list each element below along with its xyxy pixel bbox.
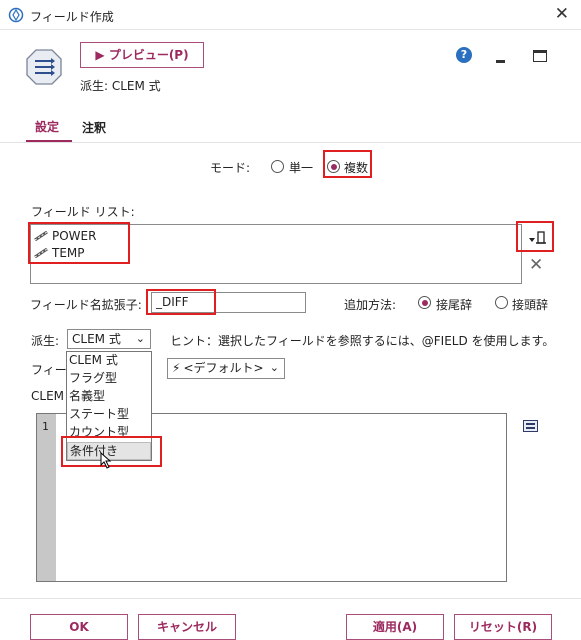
lightning-icon: ⚡ [172, 361, 181, 375]
derive-selected-value: CLEM 式 [72, 332, 121, 346]
derive-select[interactable]: CLEM 式 ⌄ [67, 329, 151, 349]
chevron-down-icon: ⌄ [135, 332, 145, 345]
minimize-icon[interactable] [496, 60, 505, 63]
maximize-icon[interactable] [533, 50, 547, 62]
help-icon[interactable]: ? [456, 47, 472, 63]
dropdown-option[interactable]: CLEM 式 [67, 352, 151, 370]
dropdown-option[interactable]: ステート型 [67, 406, 151, 424]
title-bar: フィールド作成 ✕ [0, 0, 581, 30]
dropdown-option[interactable]: 名義型 [67, 388, 151, 406]
close-icon[interactable]: ✕ [555, 4, 569, 24]
line-gutter [37, 414, 56, 581]
remove-field-icon[interactable]: ✕ [529, 255, 543, 275]
expression-builder-icon[interactable] [523, 420, 538, 432]
preview-button[interactable]: ▶ プレビュー(P) [80, 42, 204, 68]
tab-annotations[interactable]: 注釈 [82, 119, 106, 136]
mode-single-radio[interactable] [271, 160, 284, 173]
derive-node-icon [25, 48, 63, 86]
derive-info: 派生: CLEM 式 [80, 79, 161, 93]
tab-divider [0, 142, 581, 143]
line-number: 1 [42, 420, 49, 433]
clem-label: CLEM [31, 389, 64, 403]
window-title: フィールド作成 [30, 10, 114, 24]
footer-divider [0, 598, 581, 599]
tab-settings[interactable]: 設定 [35, 118, 59, 135]
mouse-cursor-icon [100, 452, 112, 469]
highlight-box [323, 150, 372, 178]
add-method-label: 追加方法: [344, 298, 397, 312]
ok-button[interactable]: OK [30, 614, 128, 640]
field-type-select[interactable]: ⚡ <デフォルト> ⌄ [167, 358, 285, 379]
field-type-label: フィー [31, 363, 67, 377]
cancel-button[interactable]: キャンセル [138, 614, 236, 640]
prefix-label: 接頭辞 [512, 298, 549, 312]
mode-label: モード: [210, 161, 251, 175]
chevron-down-icon: ⌄ [269, 361, 279, 374]
extension-label: フィールド名拡張子: [30, 298, 142, 312]
apply-button[interactable]: 適用(A) [346, 614, 444, 640]
prefix-radio[interactable] [495, 296, 508, 309]
field-list-label: フィールド リスト: [31, 205, 135, 219]
app-icon [8, 7, 24, 23]
highlight-box [516, 221, 554, 252]
field-type-value: <デフォルト> [183, 361, 264, 375]
highlight-box [28, 222, 130, 264]
suffix-radio[interactable] [418, 296, 431, 309]
mode-single-label: 単一 [289, 161, 314, 175]
highlight-box [146, 289, 216, 315]
reset-button[interactable]: リセット(R) [454, 614, 552, 640]
suffix-label: 接尾辞 [436, 298, 473, 312]
dropdown-option[interactable]: フラグ型 [67, 370, 151, 388]
derive-label: 派生: [31, 334, 60, 348]
hint-text: ヒント：選択したフィールドを参照するには、@FIELD を使用します。 [170, 334, 555, 348]
